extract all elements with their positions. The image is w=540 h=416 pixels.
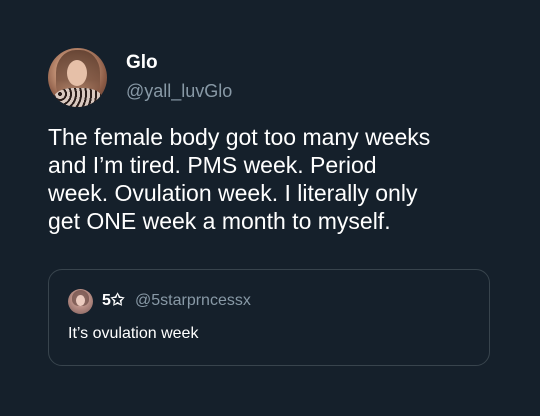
avatar-clothing-shape	[54, 88, 102, 107]
avatar-face-shape	[76, 295, 85, 306]
tweet-card: Glo @yall_luvGlo The female body got too…	[0, 0, 540, 416]
avatar-face-shape	[67, 60, 87, 86]
quoted-author-display-name[interactable]: 5✩	[102, 291, 124, 311]
tweet-text-line: week. Ovulation week. I literally only	[48, 180, 418, 206]
quoted-tweet[interactable]: 5✩ @5starprncessx It’s ovulation week	[48, 269, 490, 366]
quoted-tweet-text: It’s ovulation week	[68, 325, 199, 342]
quoted-author-handle[interactable]: @5starprncessx	[135, 291, 251, 311]
tweet-text-line: and I’m tired. PMS week. Period	[48, 152, 377, 178]
quoted-author-avatar[interactable]	[68, 289, 93, 314]
author-handle[interactable]: @yall_luvGlo	[126, 80, 232, 102]
tweet-text: The female body got too many weeks and I…	[48, 123, 508, 235]
tweet-text-line: The female body got too many weeks	[48, 124, 431, 150]
author-avatar[interactable]	[48, 48, 107, 107]
author-display-name[interactable]: Glo	[126, 52, 158, 74]
tweet-text-line: get ONE week a month to myself.	[48, 208, 391, 234]
